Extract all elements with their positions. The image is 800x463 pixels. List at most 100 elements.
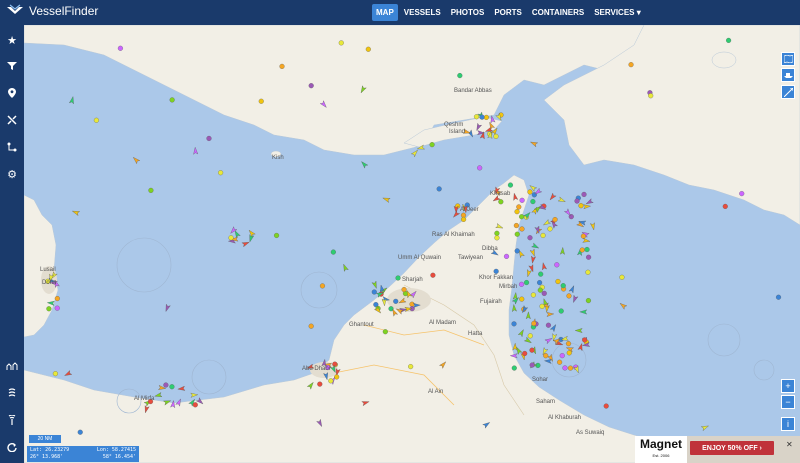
map-canvas[interactable]: Bandar Abbas Qeshm Island Kish Khasab Al…: [24, 25, 800, 463]
vessel-marker[interactable]: [578, 203, 584, 209]
info-button[interactable]: i: [781, 417, 795, 431]
vessel-marker[interactable]: [507, 182, 514, 188]
vessel-marker[interactable]: [523, 279, 530, 286]
vessel-marker[interactable]: [560, 283, 566, 289]
vessel-marker[interactable]: [279, 63, 285, 69]
layers-icon[interactable]: [0, 383, 24, 403]
vessel-marker[interactable]: [409, 301, 415, 307]
weather-icon[interactable]: [0, 356, 24, 376]
vessel-marker[interactable]: [562, 365, 568, 371]
vessel-marker[interactable]: [338, 40, 344, 46]
vessel-marker[interactable]: [514, 248, 520, 254]
vessel-marker[interactable]: [519, 197, 525, 203]
vessel-marker[interactable]: [557, 359, 563, 365]
vessel-marker[interactable]: [522, 350, 528, 357]
vessel-marker[interactable]: [559, 353, 565, 359]
vessel-marker[interactable]: [516, 204, 522, 210]
vessel-marker[interactable]: [539, 303, 545, 309]
vessel-marker[interactable]: [479, 114, 485, 120]
vessel-marker[interactable]: [93, 117, 99, 123]
vessel-marker[interactable]: [163, 382, 169, 388]
vessel-marker[interactable]: [429, 142, 435, 148]
layers-button[interactable]: [781, 68, 795, 82]
vessel-marker[interactable]: [567, 365, 574, 371]
vessel-marker[interactable]: [739, 191, 745, 197]
vessel-marker[interactable]: [483, 114, 489, 120]
vessel-marker[interactable]: [365, 46, 371, 52]
vessel-marker[interactable]: [514, 231, 520, 237]
vessel-marker[interactable]: [308, 83, 314, 89]
route-icon[interactable]: [0, 137, 24, 157]
vessel-marker[interactable]: [493, 268, 499, 274]
vessel-marker[interactable]: [274, 232, 280, 239]
vessel-marker[interactable]: [545, 322, 551, 328]
refresh-icon[interactable]: [0, 437, 24, 457]
vessel-marker[interactable]: [334, 374, 340, 380]
nav-services[interactable]: SERVICES ▾: [590, 4, 645, 21]
vessel-marker[interactable]: [580, 233, 586, 239]
vessel-marker[interactable]: [648, 93, 654, 99]
measure-button[interactable]: [781, 85, 795, 99]
vessel-marker[interactable]: [206, 135, 212, 141]
vessel-marker[interactable]: [566, 350, 572, 356]
vessel-marker[interactable]: [541, 290, 547, 296]
close-icon[interactable]: ✕: [786, 440, 796, 450]
vessel-marker[interactable]: [586, 254, 592, 260]
vessel-marker[interactable]: [555, 278, 561, 285]
vessel-marker[interactable]: [579, 247, 585, 253]
vessel-marker[interactable]: [148, 187, 154, 193]
vessel-marker[interactable]: [228, 235, 234, 241]
vessel-marker[interactable]: [395, 275, 401, 281]
vessel-marker[interactable]: [430, 272, 436, 278]
vessel-marker[interactable]: [317, 381, 323, 387]
vessel-marker[interactable]: [473, 114, 480, 120]
vessel-marker[interactable]: [169, 97, 175, 103]
vessel-marker[interactable]: [531, 320, 537, 327]
vessel-marker[interactable]: [538, 271, 544, 277]
vessel-marker[interactable]: [457, 73, 463, 79]
vessel-marker[interactable]: [330, 249, 336, 255]
vessel-marker[interactable]: [382, 329, 388, 335]
filter-icon[interactable]: [0, 56, 24, 76]
nav-vessels[interactable]: VESSELS: [400, 4, 445, 21]
vessel-marker[interactable]: [585, 298, 591, 304]
vessel-marker[interactable]: [529, 347, 535, 353]
zoom-out-button[interactable]: −: [781, 395, 795, 409]
star-icon[interactable]: ★: [0, 30, 24, 50]
vessel-marker[interactable]: [537, 280, 543, 286]
vessel-marker[interactable]: [603, 403, 609, 409]
vessel-marker[interactable]: [543, 353, 549, 359]
vessel-marker[interactable]: [540, 232, 546, 239]
vessel-marker[interactable]: [530, 292, 536, 298]
vessel-marker[interactable]: [308, 323, 314, 329]
vessel-marker[interactable]: [566, 293, 572, 299]
vessel-marker[interactable]: [530, 199, 536, 205]
vessel-marker[interactable]: [537, 287, 543, 293]
vessel-marker[interactable]: [328, 378, 334, 384]
vessel-marker[interactable]: [514, 209, 520, 215]
vessel-marker[interactable]: [77, 429, 83, 435]
vessel-marker[interactable]: [554, 262, 560, 268]
vessel-marker[interactable]: [436, 186, 442, 192]
vessel-marker[interactable]: [726, 37, 732, 43]
ad-cta-button[interactable]: ENJOY 50% OFF ›: [690, 441, 774, 455]
vessel-marker[interactable]: [527, 235, 533, 241]
vessel-marker[interactable]: [393, 298, 399, 304]
vessel-marker[interactable]: [527, 333, 533, 339]
vessel-marker[interactable]: [585, 269, 591, 275]
vessel-marker[interactable]: [584, 246, 590, 253]
vessel-marker[interactable]: [54, 305, 60, 311]
vessel-marker[interactable]: [574, 198, 580, 204]
vessel-marker[interactable]: [218, 170, 224, 176]
vessel-marker[interactable]: [552, 217, 558, 223]
nav-containers[interactable]: CONTAINERS: [528, 4, 588, 21]
vessel-marker[interactable]: [519, 226, 525, 232]
vessel-marker[interactable]: [518, 281, 525, 287]
map-type-button[interactable]: [781, 52, 795, 66]
vessel-marker[interactable]: [408, 364, 414, 370]
vessel-marker[interactable]: [527, 189, 533, 195]
nav-photos[interactable]: PHOTOS: [447, 4, 489, 21]
vessel-marker[interactable]: [513, 222, 519, 229]
nav-ports[interactable]: PORTS: [490, 4, 526, 21]
vessel-marker[interactable]: [565, 341, 572, 347]
